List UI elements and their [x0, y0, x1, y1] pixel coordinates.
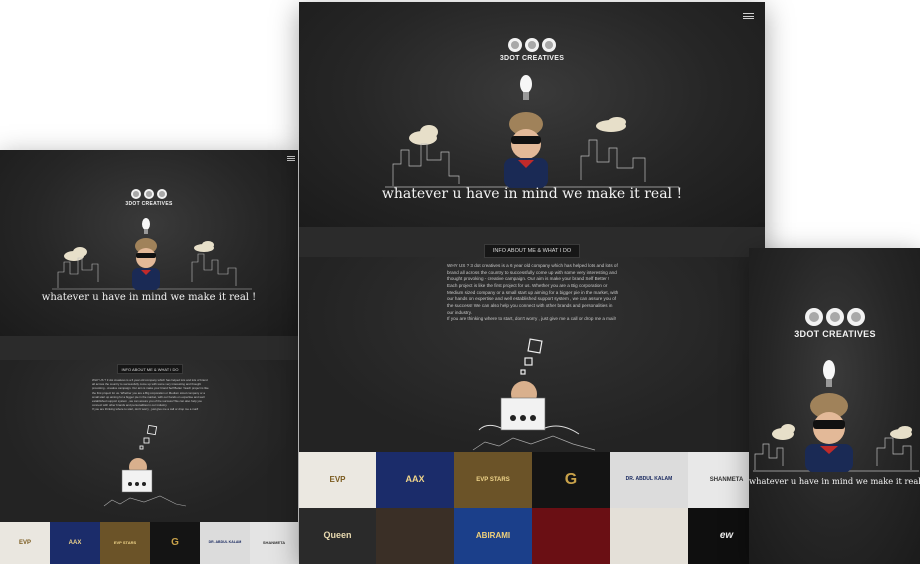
logo-wordmark: 3DOT CREATIVES: [125, 201, 173, 207]
about-text: WHY US ? 3 dot creatives is a 6 year old…: [92, 378, 210, 412]
portfolio-tile[interactable]: DR. ABDUL KALAM: [610, 452, 688, 508]
left-device-mockup: 3DOT CREATIVES whatever u have in mind w…: [0, 150, 298, 564]
about-paragraph: WHY US ? 3 dot creatives is a 6 year old…: [92, 378, 209, 408]
portfolio-tile[interactable]: G: [532, 452, 610, 508]
hero-tagline: whatever u have in mind we make it real …: [749, 476, 920, 486]
thought-bubble-icon: [139, 424, 158, 450]
portfolio-tile[interactable]: SHANMETA: [250, 522, 298, 564]
portfolio-tile[interactable]: Queen: [299, 508, 376, 564]
divider-band: [0, 336, 298, 360]
brand-logo[interactable]: 3DOT CREATIVES: [125, 189, 172, 207]
portfolio-tile[interactable]: [532, 508, 610, 564]
light-bulb-icon: [142, 218, 150, 234]
portfolio-tile[interactable]: EVP: [0, 522, 50, 564]
logo-wordmark: 3DOT CREATIVES: [794, 329, 876, 339]
showcase-canvas: 3DOT CREATIVES whatever u have in mind w…: [0, 0, 920, 564]
about-text: WHY US ? 3 dot creatives is a 6 year old…: [447, 263, 619, 323]
about-paragraph: WHY US ? 3 dot creatives is a 6 year old…: [447, 263, 619, 315]
hero-illustration: [753, 360, 919, 472]
portfolio-tile[interactable]: EVP STARS: [100, 522, 150, 564]
light-bulb-icon: [520, 75, 532, 100]
thinking-child-illustration: [103, 424, 187, 507]
thought-bubble-icon: [520, 338, 543, 375]
about-heading: INFO ABOUT ME & WHAT I DO: [117, 364, 183, 374]
hero-tagline: whatever u have in mind we make it real …: [41, 292, 257, 303]
portfolio-tile[interactable]: [610, 508, 688, 564]
brand-logo[interactable]: 3DOT CREATIVES: [500, 38, 564, 62]
about-paragraph-cta: If you are thinking where to start, don'…: [447, 316, 616, 322]
hero-illustration: [385, 75, 679, 188]
portfolio-grid: EVP AAX EVP STARS G DR. ABDUL KALAM SHAN…: [0, 522, 298, 564]
about-paragraph-cta: If you are thinking where to start, don'…: [92, 407, 199, 412]
light-bulb-icon: [823, 360, 835, 387]
portfolio-tile[interactable]: AAX: [50, 522, 100, 564]
hamburger-menu-icon[interactable]: [287, 156, 295, 161]
portfolio-tile[interactable]: DR. ABDUL KALAM: [200, 522, 250, 564]
hero-illustration: [52, 218, 252, 290]
portfolio-tile[interactable]: G: [150, 522, 200, 564]
about-heading: INFO ABOUT ME & WHAT I DO: [484, 244, 580, 258]
portfolio-tile[interactable]: [376, 508, 454, 564]
center-device-mockup: 3DOT CREATIVES whatever u have in mind w…: [299, 2, 765, 564]
brand-logo[interactable]: 3DOT CREATIVES: [794, 308, 875, 339]
thinking-child-illustration: [472, 338, 596, 451]
portfolio-tile[interactable]: AAX: [376, 452, 454, 508]
portfolio-tile[interactable]: EVP STARS: [454, 452, 532, 508]
hero-tagline: whatever u have in mind we make it real …: [381, 186, 683, 202]
portfolio-tile[interactable]: ABIRAMI: [454, 508, 532, 564]
portfolio-grid: EVP AAX EVP STARS G DR. ABDUL KALAM SHAN…: [299, 452, 765, 564]
hamburger-menu-icon[interactable]: [743, 13, 754, 19]
right-device-mockup: 3DOT CREATIVES whatever u have in mind w…: [749, 248, 920, 564]
portfolio-tile[interactable]: EVP: [299, 452, 376, 508]
logo-wordmark: 3DOT CREATIVES: [499, 55, 565, 62]
